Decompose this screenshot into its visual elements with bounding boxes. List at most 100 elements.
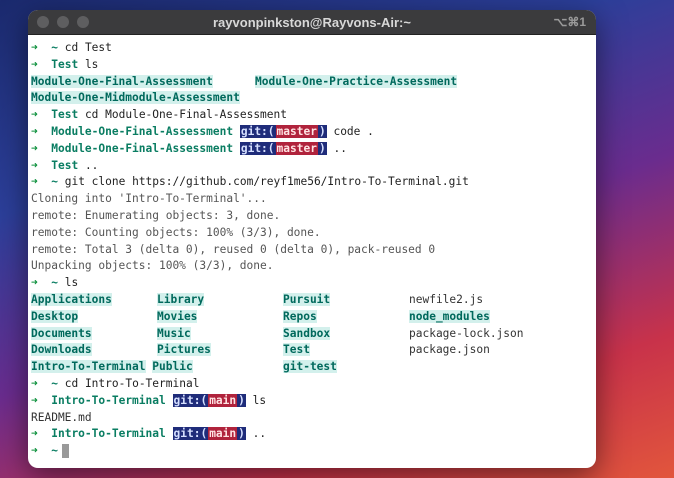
ls-row: Applications Library Pursuit newfile2.js [31, 292, 593, 309]
prompt-dir: ~ [51, 376, 58, 390]
terminal-line: ➜ ~ cd Test [31, 40, 593, 57]
terminal-window[interactable]: rayvonpinkston@Rayvons-Air:~ ⌥⌘1 ➜ ~ cd … [28, 10, 596, 468]
ls-file: newfile2.js [409, 292, 484, 306]
prompt-arrow-icon: ➜ [31, 108, 38, 122]
git-label-close: ) [317, 141, 327, 155]
ls-file: package.json [409, 343, 490, 357]
ls-row: Downloads Pictures Test package.json [31, 342, 593, 359]
terminal-output[interactable]: ➜ ~ cd Test ➜ Test ls Module-One-Final-A… [28, 35, 596, 460]
ls-folder: Pictures [157, 343, 211, 357]
ls-folder: Downloads [31, 343, 92, 357]
prompt-dir: ~ [51, 444, 58, 458]
prompt-dir: Intro-To-Terminal [51, 427, 166, 441]
ls-folder: Module-One-Midmodule-Assessment [31, 91, 240, 105]
terminal-line: ➜ Module-One-Final-Assessment git:(maste… [31, 141, 593, 158]
ls-folder: Movies [157, 309, 198, 323]
prompt-arrow-icon: ➜ [31, 158, 38, 172]
ls-folder: Repos [283, 309, 317, 323]
ls-folder: Library [157, 292, 205, 306]
ls-row: Desktop Movies Repos node_modules [31, 309, 593, 326]
output-line: README.md [31, 410, 92, 424]
terminal-line: Module-One-Midmodule-Assessment [31, 90, 593, 107]
ls-folder: Intro-To-Terminal [31, 360, 146, 374]
terminal-line: Module-One-Final-Assessment Module-One-Pr… [31, 74, 593, 91]
prompt-arrow-icon: ➜ [31, 175, 38, 189]
terminal-line: ➜ Module-One-Final-Assessment git:(maste… [31, 124, 593, 141]
ls-folder: node_modules [409, 309, 490, 323]
command-text: cd Test [64, 41, 112, 54]
ls-folder: Test [283, 343, 310, 357]
prompt-arrow-icon: ➜ [31, 57, 38, 71]
command-text: ls [64, 276, 79, 290]
text-cursor [61, 444, 69, 459]
ls-row: Intro-To-Terminal Public git-test [31, 359, 593, 376]
prompt-dir: ~ [51, 276, 58, 290]
git-branch: main [208, 393, 238, 407]
ls-folder: Documents [31, 326, 92, 340]
output-line: remote: Total 3 (delta 0), reused 0 (del… [31, 242, 436, 256]
git-branch: master [275, 124, 318, 138]
ls-folder: git-test [283, 360, 337, 374]
prompt-arrow-icon: ➜ [31, 41, 38, 54]
terminal-line: ➜ Intro-To-Terminal git:(main) ls [31, 393, 593, 410]
ls-folder: Public [152, 360, 193, 374]
ls-folder: Music [157, 326, 191, 340]
title-bar[interactable]: rayvonpinkston@Rayvons-Air:~ ⌥⌘1 [28, 10, 596, 35]
git-branch: main [208, 427, 238, 441]
prompt-dir: Intro-To-Terminal [51, 393, 166, 407]
terminal-line: ➜ ~ ls [31, 275, 593, 292]
window-shortcut: ⌥⌘1 [553, 15, 586, 29]
prompt-arrow-icon: ➜ [31, 276, 38, 290]
prompt-arrow-icon: ➜ [31, 444, 38, 458]
output-line: Cloning into 'Intro-To-Terminal'... [31, 192, 267, 206]
git-label: git:( [239, 141, 276, 155]
prompt-dir: Test [51, 158, 79, 172]
ls-folder: Sandbox [283, 326, 331, 340]
window-title: rayvonpinkston@Rayvons-Air:~ [213, 14, 411, 30]
prompt-arrow-icon: ➜ [31, 393, 38, 407]
terminal-line[interactable]: ➜ ~ [31, 443, 593, 460]
terminal-line: ➜ ~ git clone https://github.com/reyf1me… [31, 174, 593, 191]
command-text: .. [84, 158, 99, 172]
output-line: Unpacking objects: 100% (3/3), done. [31, 259, 274, 273]
command-text: ls [252, 393, 267, 407]
git-label-close: ) [317, 124, 327, 138]
prompt-dir: ~ [51, 175, 58, 189]
prompt-dir: Module-One-Final-Assessment [51, 141, 234, 155]
terminal-line: ➜ Intro-To-Terminal git:(main) .. [31, 426, 593, 443]
terminal-line: ➜ ~ cd Intro-To-Terminal [31, 376, 593, 393]
prompt-arrow-icon: ➜ [31, 141, 38, 155]
git-label: git:( [172, 427, 209, 441]
prompt-dir: ~ [51, 41, 58, 54]
command-text: cd Module-One-Final-Assessment [84, 108, 288, 122]
prompt-dir: Module-One-Final-Assessment [51, 124, 234, 138]
git-branch: master [275, 141, 318, 155]
terminal-line: ➜ Test cd Module-One-Final-Assessment [31, 107, 593, 124]
terminal-line: ➜ Test .. [31, 158, 593, 175]
command-text: cd Intro-To-Terminal [64, 376, 200, 390]
prompt-arrow-icon: ➜ [31, 124, 38, 138]
prompt-dir: Test [51, 57, 79, 71]
output-line: remote: Enumerating objects: 3, done. [31, 208, 281, 222]
command-text: ls [84, 57, 99, 71]
terminal-line: ➜ Test ls [31, 57, 593, 74]
ls-row: Documents Music Sandbox package-lock.jso… [31, 326, 593, 343]
ls-folder: Desktop [31, 309, 79, 323]
command-text: code . [333, 124, 374, 138]
command-text: .. [252, 427, 267, 441]
prompt-dir: Test [51, 108, 79, 122]
output-line: remote: Counting objects: 100% (3/3), do… [31, 225, 321, 239]
git-label-close: ) [237, 393, 246, 407]
prompt-arrow-icon: ➜ [31, 427, 38, 441]
git-label: git:( [239, 124, 276, 138]
ls-file: package-lock.json [409, 326, 524, 340]
git-label: git:( [172, 393, 209, 407]
ls-folder: Pursuit [283, 292, 331, 306]
command-text: .. [333, 141, 347, 155]
ls-folder: Module-One-Final-Assessment [31, 74, 213, 88]
prompt-arrow-icon: ➜ [31, 376, 38, 390]
ls-folder: Applications [31, 292, 112, 306]
git-label-close: ) [237, 427, 246, 441]
ls-folder: Module-One-Practice-Assessment [255, 74, 458, 88]
command-text: git clone https://github.com/reyf1me56/I… [64, 175, 469, 189]
